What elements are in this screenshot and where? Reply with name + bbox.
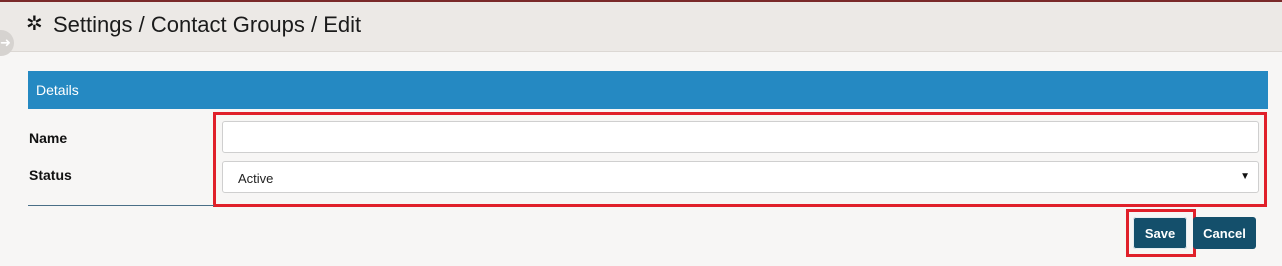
page-title: Settings / Contact Groups / Edit xyxy=(53,12,362,37)
page-header: ✲ Settings / Contact Groups / Edit xyxy=(0,2,1282,52)
name-label: Name xyxy=(29,130,68,146)
gear-icon: ✲ xyxy=(26,13,43,35)
status-select-value: Active xyxy=(238,171,274,186)
details-panel-header: Details xyxy=(28,71,1268,109)
caret-down-icon: ▼ xyxy=(1240,171,1250,182)
status-label: Status xyxy=(29,167,72,183)
name-input[interactable] xyxy=(222,121,1259,153)
status-select[interactable]: Active ▼ xyxy=(222,161,1259,193)
save-button[interactable]: Save xyxy=(1133,217,1187,249)
arrow-right-icon: ➜ xyxy=(0,35,11,50)
form-divider xyxy=(28,205,214,206)
cancel-button[interactable]: Cancel xyxy=(1193,217,1256,249)
